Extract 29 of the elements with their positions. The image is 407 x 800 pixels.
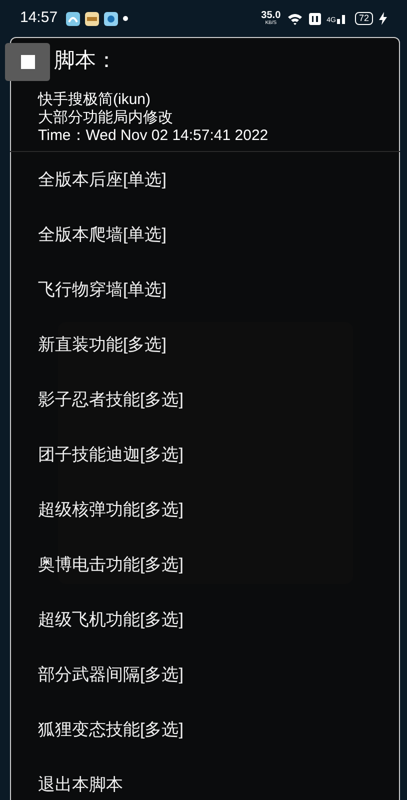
menu-item[interactable]: 新直装功能[多选] xyxy=(38,332,166,358)
hd-icon xyxy=(308,12,321,24)
menu-item[interactable]: 全版本爬墙[单选] xyxy=(38,222,166,248)
menu-item[interactable]: 超级核弹功能[多选] xyxy=(38,496,184,522)
minimize-button[interactable] xyxy=(5,43,50,81)
square-icon xyxy=(20,55,34,69)
dot-icon xyxy=(122,16,128,21)
charging-icon xyxy=(379,12,387,25)
info-line: 快手搜极简(ikun) xyxy=(38,91,152,109)
menu-item[interactable]: 超级飞机功能[多选] xyxy=(38,606,184,632)
app-notification-icon xyxy=(104,12,118,26)
wifi-icon xyxy=(286,12,303,24)
battery-icon: 72 xyxy=(354,12,373,25)
signal-icon xyxy=(336,14,345,24)
net-speed: 35.0 xyxy=(261,11,281,21)
menu-item[interactable]: 飞行物穿墙[单选] xyxy=(38,276,166,302)
info-line: Time：Wed Nov 02 14:57:41 2022 xyxy=(38,127,270,145)
menu-item[interactable]: 奥博电击功能[多选] xyxy=(38,552,184,578)
status-time: 14:57 xyxy=(20,8,58,28)
menu-item[interactable]: 团子技能迪迦[多选] xyxy=(38,442,184,468)
menu-item[interactable]: 狐狸变态技能[多选] xyxy=(38,716,184,742)
menu-item[interactable]: 退出本脚本 xyxy=(38,772,123,798)
info-line: 大部分功能局内修改 xyxy=(38,109,174,127)
app-notification-icon xyxy=(84,12,99,26)
menu-item[interactable]: 部分武器间隔[多选] xyxy=(38,662,184,688)
menu-item[interactable]: 全版本后座[单选] xyxy=(38,166,166,192)
menu-item[interactable]: 影子忍者技能[多选] xyxy=(38,386,184,412)
app-notification-icon xyxy=(66,12,80,26)
dialog-title: 脚本： xyxy=(54,48,117,74)
